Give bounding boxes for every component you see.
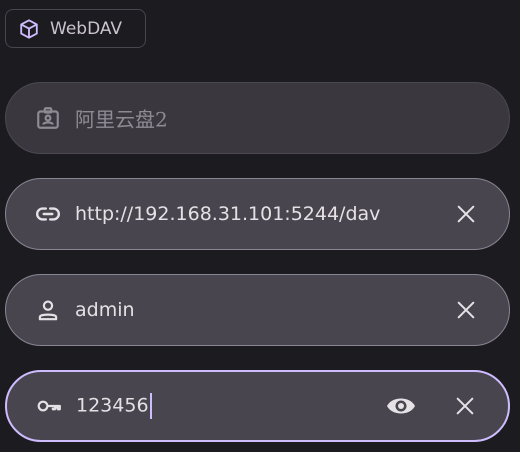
close-icon <box>457 301 475 319</box>
link-icon <box>36 207 60 221</box>
person-icon <box>38 300 58 321</box>
url-input[interactable]: http://192.168.31.101:5244/dav <box>75 203 380 225</box>
username-input[interactable]: admin <box>75 299 135 321</box>
password-field[interactable]: 123456 <box>5 370 510 442</box>
id-badge-icon <box>37 107 59 129</box>
eye-icon <box>387 398 415 414</box>
clear-url-button[interactable] <box>451 199 481 229</box>
cube-icon <box>20 18 38 39</box>
clear-password-button[interactable] <box>450 391 480 421</box>
name-field: 阿里云盘2 <box>5 82 510 154</box>
username-field[interactable]: admin <box>5 274 510 346</box>
password-text: 123456 <box>76 394 149 417</box>
toggle-password-visibility-button[interactable] <box>384 391 418 421</box>
password-input[interactable]: 123456 <box>76 393 152 419</box>
clear-username-button[interactable] <box>451 295 481 325</box>
close-icon <box>456 397 474 415</box>
protocol-chip-label: WebDAV <box>50 18 123 39</box>
url-field[interactable]: http://192.168.31.101:5244/dav <box>5 178 510 250</box>
close-icon <box>457 205 475 223</box>
key-icon <box>37 400 61 412</box>
text-caret <box>149 393 152 419</box>
name-value: 阿里云盘2 <box>75 107 168 132</box>
protocol-chip[interactable]: WebDAV <box>5 9 146 48</box>
